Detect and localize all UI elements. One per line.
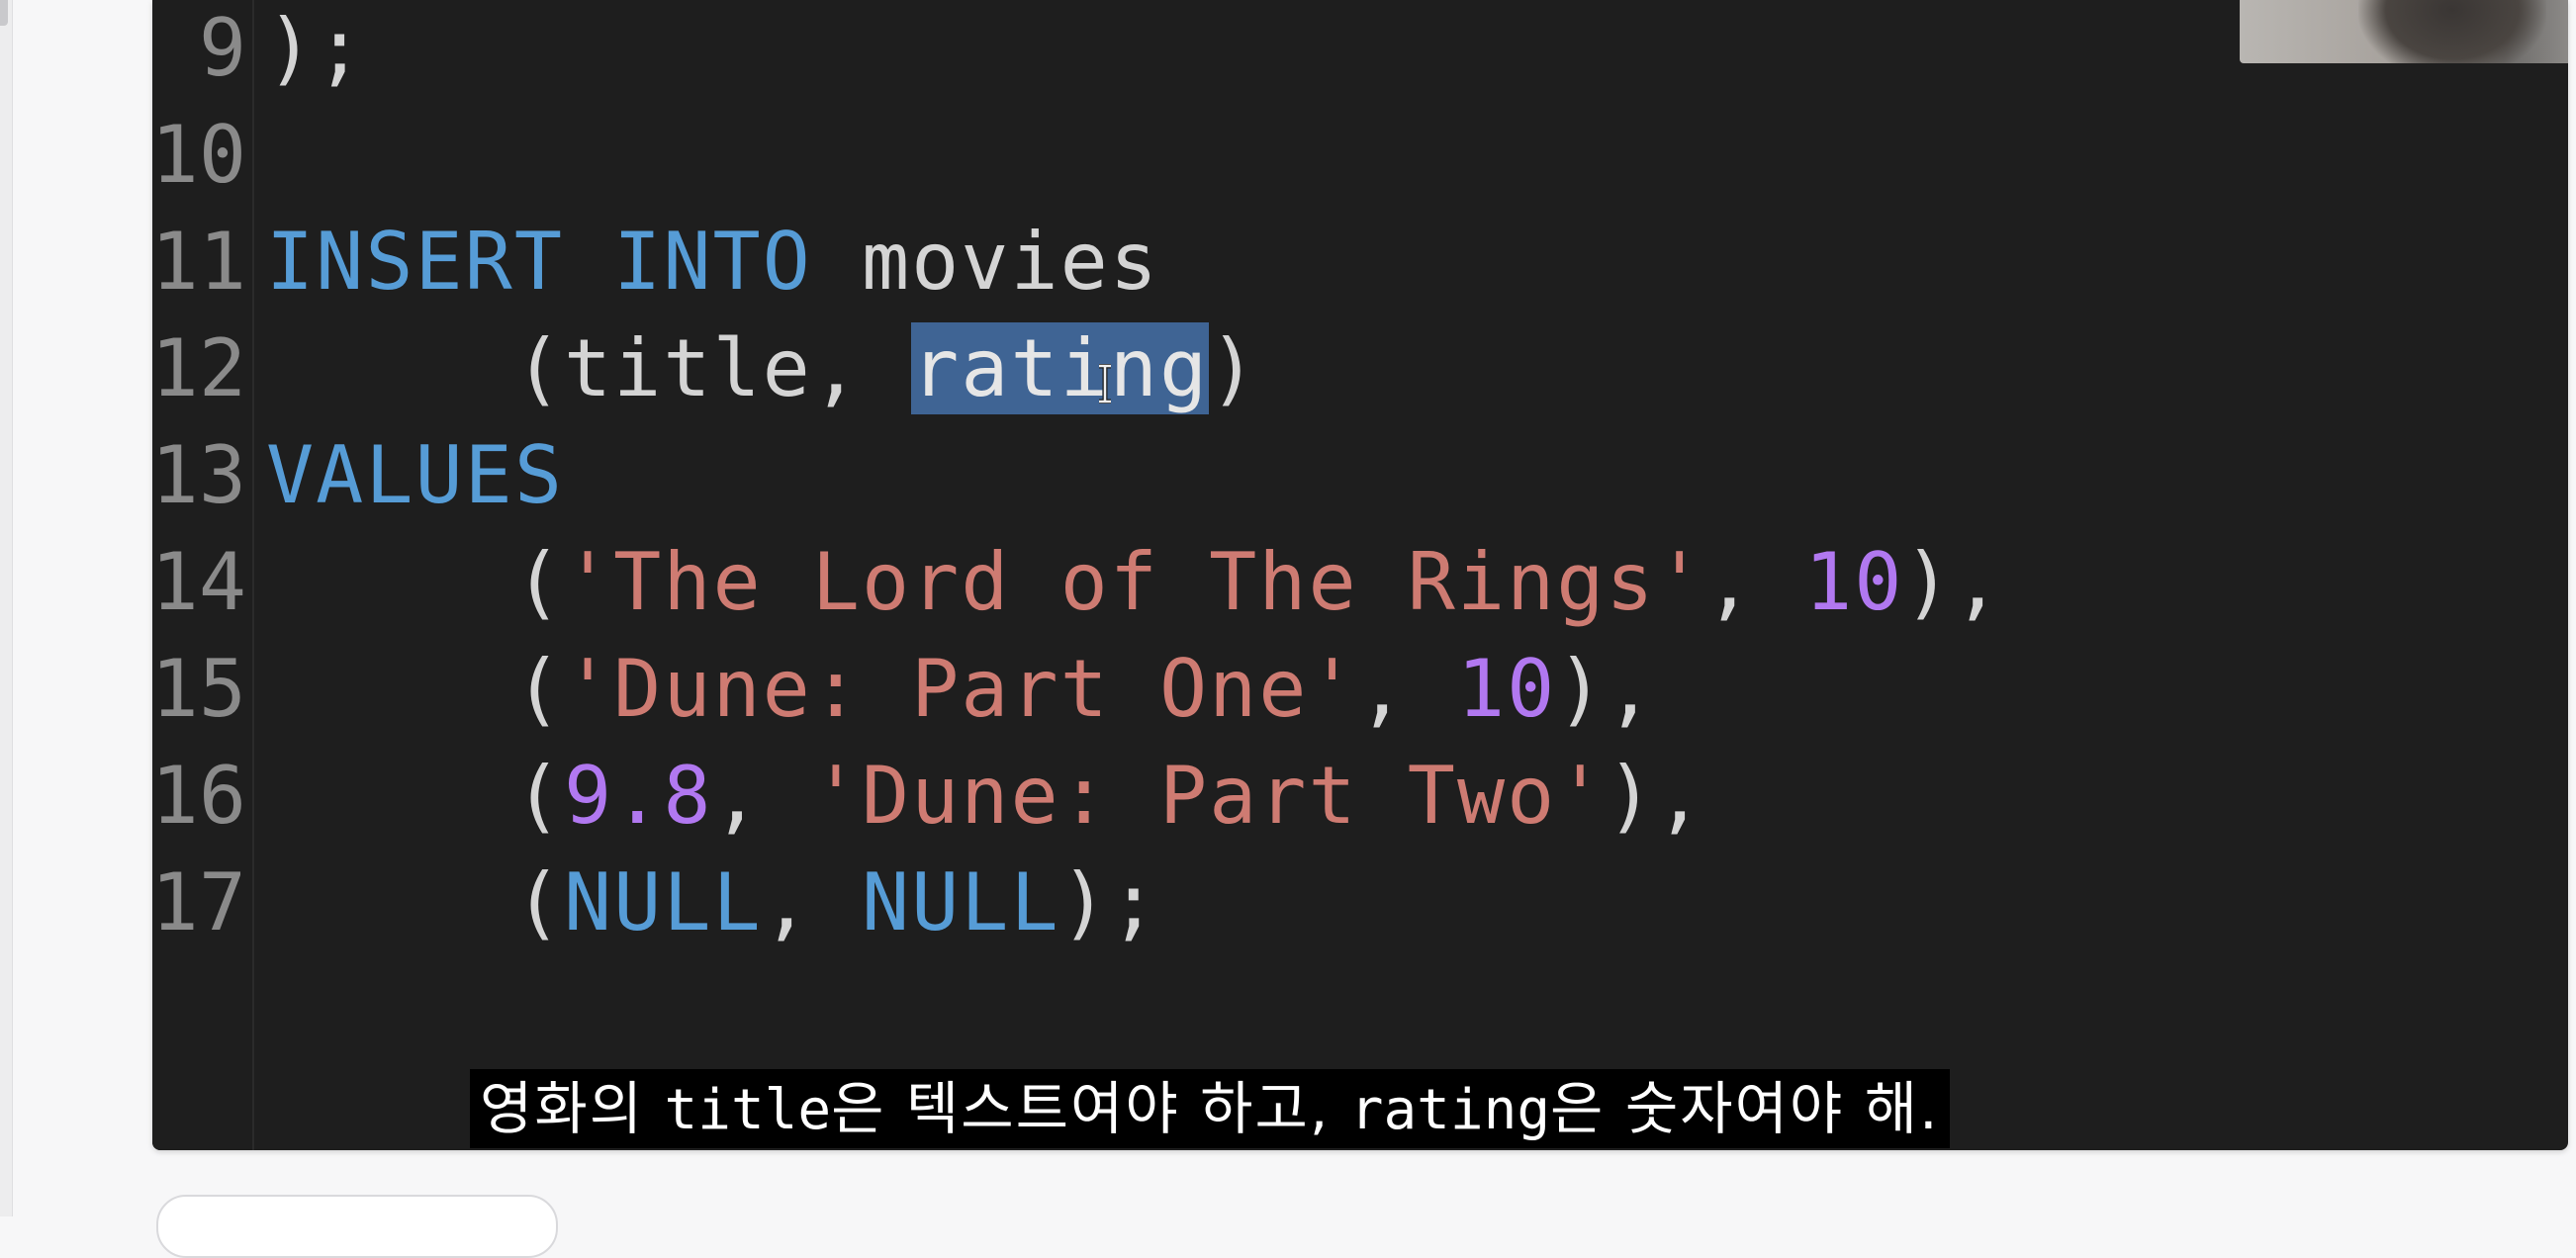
webcam-overlay xyxy=(2240,0,2568,63)
subtitle-text: 은 숫자여야 해. xyxy=(1550,1075,1940,1142)
subtitle-text: 은 텍스트여야 하고, xyxy=(831,1075,1350,1142)
code-token: 10 xyxy=(1804,536,1904,628)
line-number: 14 xyxy=(152,536,246,628)
code-token: (title, xyxy=(266,322,912,414)
code-token: NULL xyxy=(563,856,763,948)
line-number: 10 xyxy=(152,109,246,201)
code-token: INTO xyxy=(613,216,812,308)
code-token: ( xyxy=(266,643,564,735)
selected-text: rating xyxy=(911,322,1210,414)
code-text[interactable]: (NULL, NULL); xyxy=(266,858,1159,947)
code-token: VALUES xyxy=(266,429,564,521)
line-number: 13 xyxy=(152,429,246,521)
code-token: , xyxy=(1704,536,1805,628)
code-text[interactable]: VALUES xyxy=(266,431,564,520)
code-token: , xyxy=(762,856,862,948)
code-text[interactable]: ('The Lord of The Rings', 10), xyxy=(266,538,2003,627)
code-line[interactable]: 11 INSERT INTO movies xyxy=(152,210,2568,316)
video-subtitle: 영화의 title은 텍스트여야 하고, rating은 숫자여야 해. xyxy=(470,1069,1950,1148)
bottom-control-pill[interactable] xyxy=(156,1195,558,1258)
code-line[interactable]: 10 xyxy=(152,103,2568,210)
code-token: 'The Lord of The Rings' xyxy=(563,536,1705,628)
text-cursor-ibeam-icon xyxy=(1099,364,1111,404)
line-number: 11 xyxy=(152,216,246,308)
code-text[interactable]: INSERT INTO movies xyxy=(266,218,1159,307)
page-background: 9); 10 11 INSERT INTO movies 12 (title, rati… xyxy=(0,0,2576,1258)
code-token: ) xyxy=(1209,322,1259,414)
presenter-video xyxy=(2358,0,2546,63)
code-token: ); xyxy=(266,2,366,94)
code-line[interactable]: 9); xyxy=(152,0,2568,103)
left-scroll-edge[interactable] xyxy=(0,0,13,1216)
subtitle-code-word: title xyxy=(664,1078,832,1142)
code-token: 10 xyxy=(1456,643,1557,735)
code-token: 9.8 xyxy=(563,750,713,842)
code-text[interactable]: ('Dune: Part One', 10), xyxy=(266,645,1656,734)
code-line[interactable]: 16 (9.8, 'Dune: Part Two'), xyxy=(152,744,2568,851)
subtitle-text: 영화의 xyxy=(480,1075,665,1142)
code-token: INSERT xyxy=(266,216,564,308)
code-text[interactable]: ); xyxy=(266,4,365,93)
code-token: ), xyxy=(1556,643,1656,735)
line-number: 12 xyxy=(152,322,246,414)
code-token: ), xyxy=(1903,536,2003,628)
code-text[interactable]: (9.8, 'Dune: Part Two'), xyxy=(266,752,1705,841)
line-number: 15 xyxy=(152,643,246,735)
code-token: ); xyxy=(1059,856,1159,948)
code-token: 'Dune: Part Two' xyxy=(811,750,1607,842)
line-number: 9 xyxy=(198,2,246,94)
subtitle-code-word: rating xyxy=(1349,1078,1551,1142)
code-line[interactable]: 13 VALUES xyxy=(152,423,2568,530)
line-number: 16 xyxy=(152,750,246,842)
code-token: , xyxy=(1357,643,1457,735)
code-line[interactable]: 12 (title, rating) xyxy=(152,316,2568,423)
scroll-thumb[interactable] xyxy=(0,0,8,26)
code-line[interactable]: 15 ('Dune: Part One', 10), xyxy=(152,637,2568,744)
code-token: ( xyxy=(266,536,564,628)
line-number: 17 xyxy=(152,856,246,948)
code-token: 'Dune: Part One' xyxy=(563,643,1358,735)
code-token: ( xyxy=(266,856,564,948)
code-token: NULL xyxy=(861,856,1060,948)
code-line[interactable]: 14 ('The Lord of The Rings', 10), xyxy=(152,530,2568,637)
code-line[interactable]: 17 (NULL, NULL); xyxy=(152,851,2568,957)
code-editor[interactable]: 9); 10 11 INSERT INTO movies 12 (title, rati… xyxy=(152,0,2568,1150)
code-token: ), xyxy=(1606,750,1705,842)
code-token: ( xyxy=(266,750,564,842)
code-token: movies xyxy=(811,216,1159,308)
code-token: , xyxy=(712,750,812,842)
